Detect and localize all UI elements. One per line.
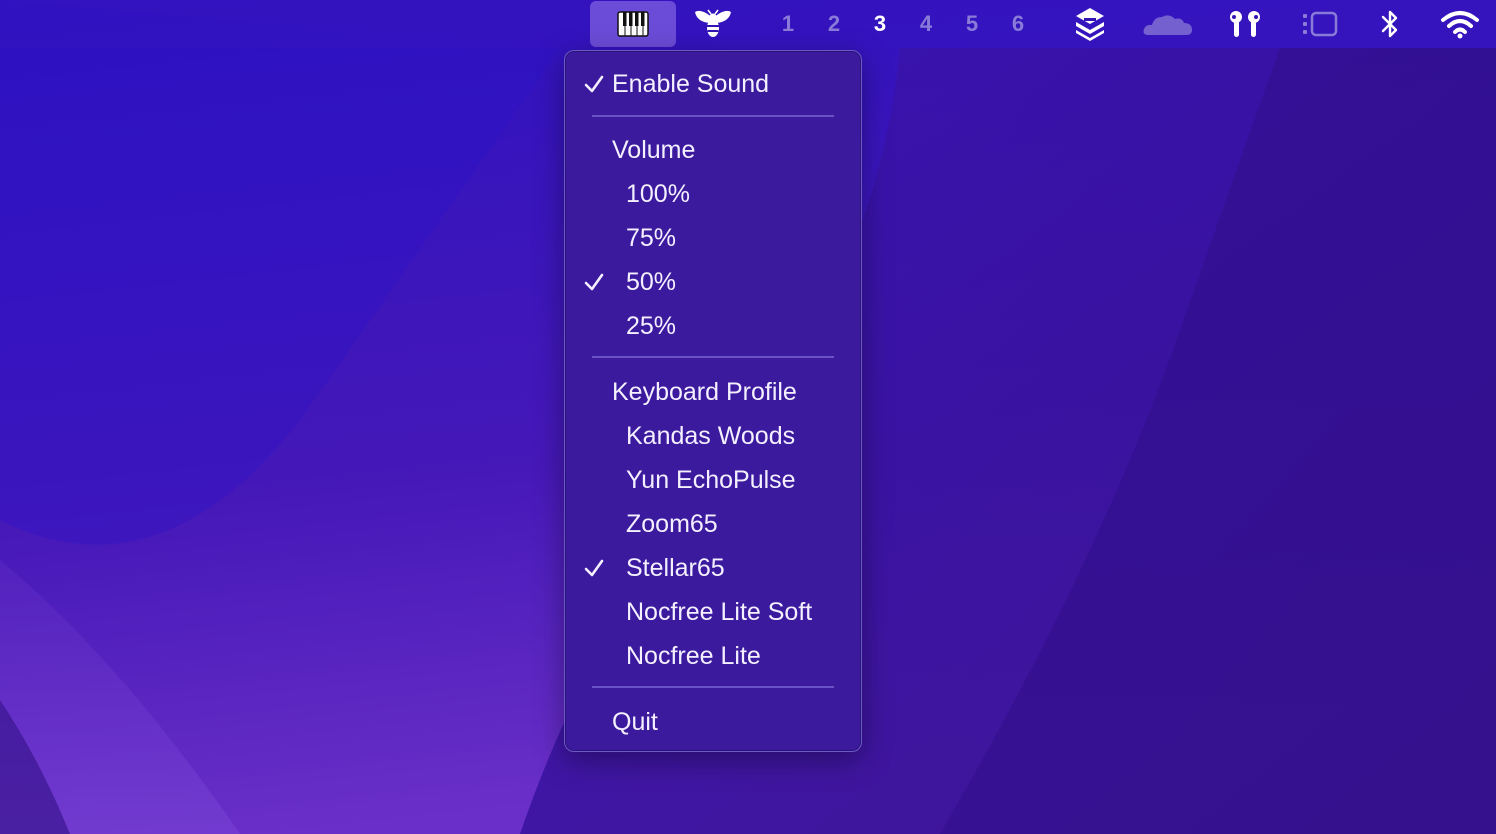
menu-item-label: Kandas Woods — [626, 421, 796, 450]
menu-item-profile-zoom65[interactable]: Zoom65 — [565, 502, 861, 546]
space-5[interactable]: 5 — [960, 0, 984, 48]
piano-menu-extra[interactable] — [590, 1, 676, 47]
menu-item-profile-nocfree-lite[interactable]: Nocfree Lite — [565, 634, 861, 678]
menu-bar: 1 2 3 4 5 6 — [0, 0, 1496, 48]
cloudflare-cloud-icon — [1143, 15, 1192, 35]
space-1[interactable]: 1 — [776, 0, 800, 48]
menu-item-quit[interactable]: Quit — [565, 700, 861, 744]
bee-icon — [695, 9, 731, 37]
menu-item-label: Stellar65 — [626, 553, 725, 582]
menu-item-label: 25% — [626, 311, 677, 340]
checkmark-icon — [584, 559, 604, 577]
menu-header-keyboard-profile: Keyboard Profile — [565, 370, 861, 414]
checkmark-icon — [584, 75, 604, 93]
menu-item-label: Enable Sound — [612, 69, 770, 98]
stage-manager-menu-extra[interactable] — [1300, 0, 1340, 48]
menu-item-profile-stellar65[interactable]: Stellar65 — [565, 546, 861, 590]
menu-item-enable-sound[interactable]: Enable Sound — [565, 62, 861, 106]
space-6[interactable]: 6 — [1006, 0, 1030, 48]
menu-item-volume-100[interactable]: 100% — [565, 172, 861, 216]
space-2[interactable]: 2 — [822, 0, 846, 48]
menu-separator — [592, 356, 834, 358]
sound-dropdown-menu: Enable Sound Volume 100% 75% 50% 25% Key… — [564, 50, 862, 752]
menu-item-label: Yun EchoPulse — [626, 465, 796, 494]
menu-item-volume-75[interactable]: 75% — [565, 216, 861, 260]
menu-item-profile-kandas-woods[interactable]: Kandas Woods — [565, 414, 861, 458]
checkmark-icon — [584, 273, 604, 291]
menu-item-label: 100% — [626, 179, 690, 208]
menu-item-label: Quit — [612, 707, 658, 736]
menu-item-profile-yun-echopulse[interactable]: Yun EchoPulse — [565, 458, 861, 502]
space-3-active[interactable]: 3 — [868, 0, 892, 48]
menu-header-label: Volume — [612, 135, 696, 164]
menu-item-label: Nocfree Lite Soft — [626, 597, 813, 626]
airpods-menu-extra[interactable] — [1224, 0, 1266, 48]
bluetooth-menu-extra[interactable] — [1376, 0, 1404, 48]
menu-header-volume: Volume — [565, 128, 861, 172]
menu-item-label: 75% — [626, 223, 677, 252]
menu-item-volume-25[interactable]: 25% — [565, 304, 861, 348]
stack-menu-extra[interactable] — [1070, 0, 1110, 48]
space-4[interactable]: 4 — [914, 0, 938, 48]
wifi-menu-extra[interactable] — [1438, 0, 1482, 48]
bluetooth-icon — [1381, 10, 1398, 38]
stack-layers-icon — [1076, 8, 1104, 41]
airpods-icon — [1230, 11, 1260, 37]
stage-manager-icon — [1303, 11, 1338, 37]
piano-keys-icon — [617, 11, 649, 37]
menu-separator — [592, 115, 834, 117]
menu-item-label: Zoom65 — [626, 509, 718, 538]
menu-separator — [592, 686, 834, 688]
cloudflare-menu-extra[interactable] — [1140, 0, 1196, 48]
wifi-icon — [1441, 11, 1479, 39]
menu-item-profile-nocfree-lite-soft[interactable]: Nocfree Lite Soft — [565, 590, 861, 634]
menu-header-label: Keyboard Profile — [612, 377, 797, 406]
menu-item-label: Nocfree Lite — [626, 641, 761, 670]
bee-menu-extra[interactable] — [692, 0, 734, 48]
menu-item-volume-50[interactable]: 50% — [565, 260, 861, 304]
menu-item-label: 50% — [626, 267, 677, 296]
